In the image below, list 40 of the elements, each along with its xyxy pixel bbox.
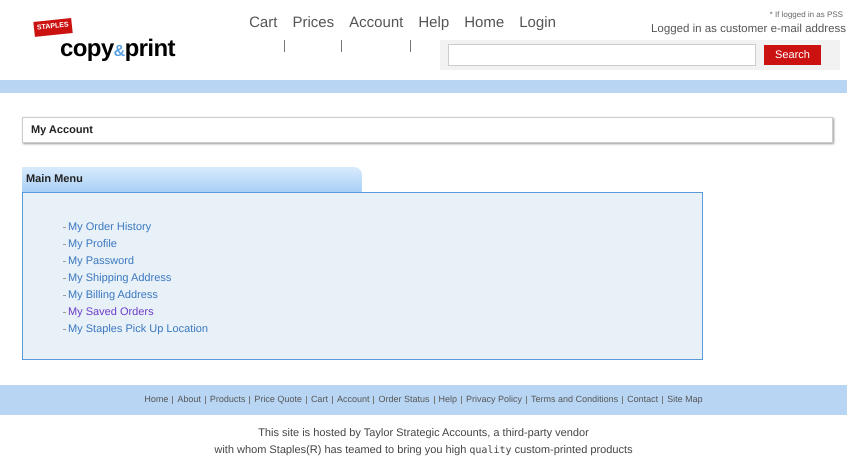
menu-link[interactable]: My Password	[68, 253, 134, 270]
nav-link[interactable]: Cart	[310, 393, 328, 407]
nav-link[interactable]: About	[177, 393, 201, 407]
nav-link[interactable]: Help	[438, 393, 458, 407]
dash-icon	[63, 261, 66, 262]
nav-link[interactable]: Prices	[292, 12, 334, 34]
menu-link[interactable]: My Order History	[68, 219, 152, 236]
nav-link[interactable]: Login	[519, 12, 556, 34]
nav-link[interactable]: Cart	[249, 12, 278, 34]
logo-text: copy&print	[60, 36, 176, 60]
search-field[interactable]	[448, 44, 756, 66]
nav-link[interactable]: Account	[336, 393, 370, 407]
menu-link[interactable]: My Shipping Address	[68, 270, 172, 287]
nav-link[interactable]: Products	[210, 393, 246, 407]
nav-link[interactable]: Account	[349, 12, 404, 34]
nav-link[interactable]: Contact	[627, 393, 658, 407]
disclaimer-text: with whom Staples(R) has teamed to bring you high quality custom-printed products	[214, 443, 633, 458]
menu-link[interactable]: My Profile	[68, 236, 117, 253]
nav-link[interactable]: Site Map	[667, 393, 703, 407]
nav-link[interactable]: Terms and Conditions	[531, 393, 618, 407]
dash-icon	[63, 227, 66, 228]
nav-link[interactable]: Order Status	[378, 393, 430, 407]
dash-icon	[63, 244, 66, 245]
dash-icon	[63, 278, 66, 279]
nav-link[interactable]: Price Quote	[254, 393, 302, 407]
nav-link[interactable]: Home	[144, 393, 168, 407]
disclaimer-text: This site is hosted by Taylor Strategic Accounts, a third-party vendor	[258, 426, 589, 441]
search-button[interactable]: Search	[764, 45, 821, 66]
nav-link[interactable]: Help	[418, 12, 450, 34]
dash-icon	[63, 295, 66, 296]
menu-link[interactable]: My Saved Orders	[68, 304, 154, 321]
menu-link[interactable]: My Staples Pick Up Location	[68, 321, 208, 338]
menu-link[interactable]: My Billing Address	[68, 287, 158, 304]
nav-link[interactable]: Home	[464, 12, 504, 34]
login-note: * If logged in as PSS	[770, 9, 844, 21]
login-status: Logged in as customer e-mail address	[651, 22, 847, 37]
page-title: My Account	[22, 117, 833, 143]
dash-icon	[63, 329, 66, 330]
dash-icon	[63, 312, 66, 313]
nav-link[interactable]: Privacy Policy	[466, 393, 522, 407]
